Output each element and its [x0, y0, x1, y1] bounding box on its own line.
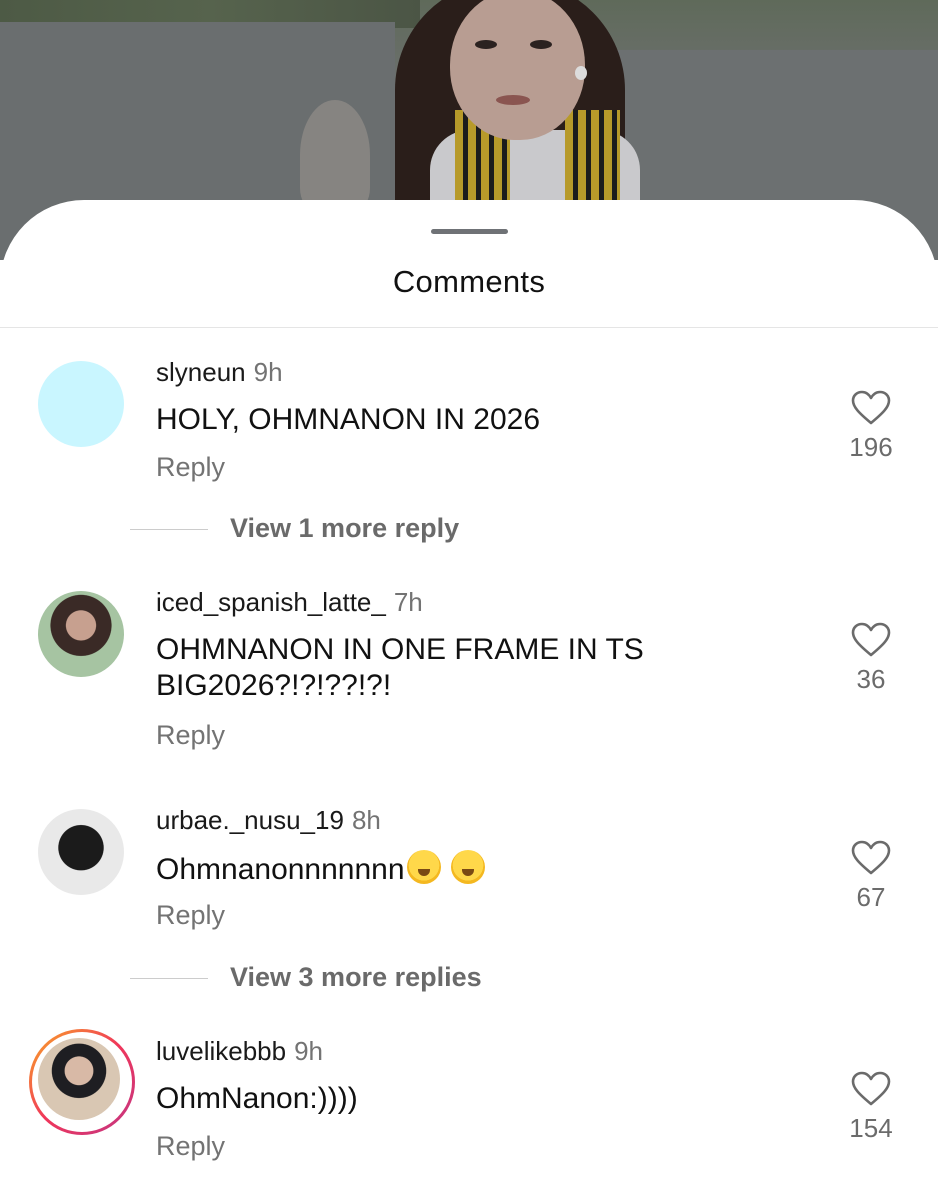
reply-button[interactable]: Reply: [156, 452, 225, 483]
avatar[interactable]: [38, 361, 124, 447]
sheet-drag-handle[interactable]: [431, 229, 508, 234]
sheet-divider: [0, 327, 938, 328]
comment-text: OHMNANON IN ONE FRAME IN TS BIG2026?!?!?…: [156, 633, 644, 702]
like-count: 36: [856, 664, 886, 694]
comments-screen: Comments slyneun 9h HOLY, OHMNANON IN 202…: [0, 0, 938, 1200]
avatar-with-story-ring[interactable]: [29, 1029, 135, 1135]
person-eye-right: [530, 40, 552, 49]
thread-line: [130, 978, 208, 980]
comment-time: 8h: [351, 805, 381, 835]
comment-time: 9h: [253, 357, 283, 387]
loudly-crying-face-icon: [406, 850, 441, 884]
comment-time: 9h: [294, 1036, 324, 1066]
heart-icon: [851, 1071, 891, 1106]
like-button[interactable]: 196: [836, 390, 906, 463]
username[interactable]: iced_spanish_latte_: [156, 587, 386, 617]
comments-sheet: Comments slyneun 9h HOLY, OHMNANON IN 202…: [0, 200, 938, 1200]
thread-line: [130, 529, 208, 531]
person-earring: [575, 66, 587, 80]
person-face: [450, 0, 585, 140]
comment-text: OhmNanon:)))): [156, 1082, 358, 1115]
comment-author[interactable]: urbae._nusu_19 8h: [156, 805, 381, 836]
heart-icon: [851, 840, 891, 875]
comment-text-body: Ohmnanonnnnnnn: [156, 853, 405, 886]
view-more-replies-label: View 1 more reply: [230, 513, 460, 543]
like-count: 154: [849, 1113, 893, 1143]
avatar[interactable]: [38, 591, 124, 677]
comment-text: HOLY, OHMNANON IN 2026: [156, 403, 541, 436]
like-button[interactable]: 154: [836, 1071, 906, 1144]
comment-author[interactable]: slyneun 9h: [156, 357, 283, 388]
avatar-image: [38, 1038, 120, 1120]
comment-time: 7h: [393, 587, 423, 617]
view-more-replies[interactable]: View 3 more replies: [130, 962, 482, 993]
like-button[interactable]: 67: [836, 840, 906, 913]
username[interactable]: slyneun: [156, 357, 246, 387]
reply-button[interactable]: Reply: [156, 900, 225, 931]
backdrop-bouquet: [300, 100, 370, 210]
like-count: 67: [856, 882, 886, 912]
person-eye-left: [475, 40, 497, 49]
heart-icon: [851, 622, 891, 657]
heart-icon: [851, 390, 891, 425]
reply-button[interactable]: Reply: [156, 1131, 225, 1162]
reply-button[interactable]: Reply: [156, 720, 225, 751]
loudly-crying-face-icon: [450, 850, 485, 884]
view-more-replies[interactable]: View 1 more reply: [130, 513, 459, 544]
comment-author[interactable]: iced_spanish_latte_ 7h: [156, 587, 423, 618]
like-button[interactable]: 36: [836, 622, 906, 695]
view-more-replies-label: View 3 more replies: [230, 962, 482, 992]
like-count: 196: [849, 432, 893, 462]
sheet-title: Comments: [392, 264, 546, 299]
avatar[interactable]: [38, 809, 124, 895]
username[interactable]: luvelikebbb: [156, 1036, 286, 1066]
comment-text: Ohmnanonnnnnnn: [156, 850, 776, 888]
comment-author[interactable]: luvelikebbb 9h: [156, 1036, 323, 1067]
person-lips: [496, 95, 530, 105]
username[interactable]: urbae._nusu_19: [156, 805, 344, 835]
